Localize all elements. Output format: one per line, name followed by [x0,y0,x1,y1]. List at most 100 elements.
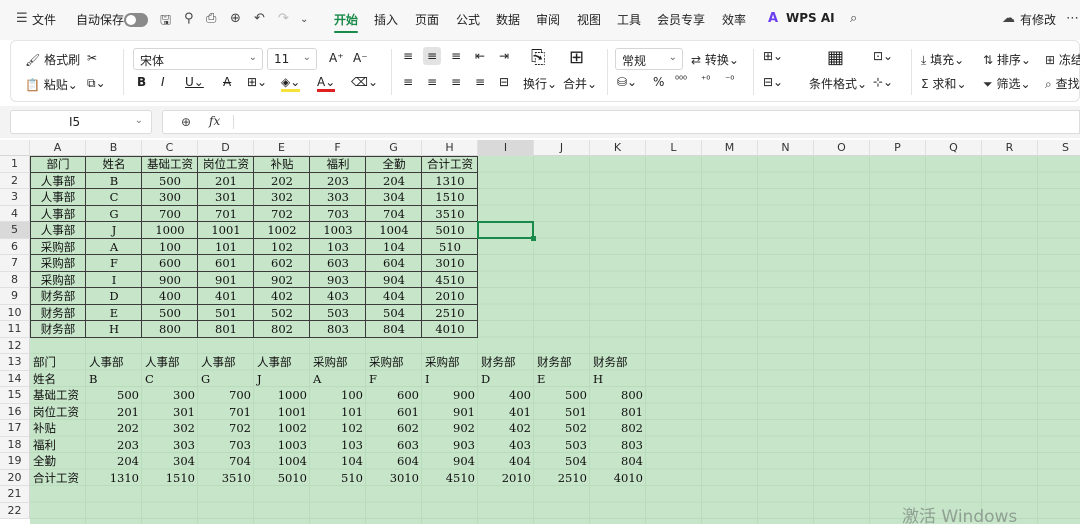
cell[interactable]: B [86,173,142,190]
cell[interactable]: 5010 [254,470,310,487]
cell[interactable]: 304 [366,189,422,206]
cell[interactable]: I [86,272,142,289]
cell[interactable]: 2010 [422,288,478,305]
cell[interactable]: 财务部 [30,288,86,305]
percent-icon[interactable]: % [653,75,664,89]
column-header[interactable]: O [814,140,870,156]
cell-format-icon[interactable]: ⊡⌄ [873,49,893,63]
convert-button[interactable]: ⇄ 转换⌄ [691,51,739,68]
font-name-select[interactable]: 宋体 ⌄ [133,48,263,70]
cell[interactable]: 600 [142,255,198,272]
cell[interactable]: 900 [142,272,198,289]
format-painter-button[interactable]: 🖌 格式刷 [25,51,80,68]
cell[interactable]: 岗位工资 [198,156,254,173]
undo-icon[interactable]: ↶ [254,11,265,26]
cell[interactable]: 人事部 [142,354,198,371]
cell[interactable]: 510 [422,239,478,256]
cell[interactable]: 802 [254,321,310,338]
name-box[interactable]: I5 ⌄ [10,110,152,134]
cell[interactable]: 人事部 [30,173,86,190]
cell[interactable]: 3010 [366,470,422,487]
cell[interactable]: 704 [198,453,254,470]
print-icon[interactable]: ⎙ [206,11,216,26]
tab-formula[interactable]: 公式 [456,11,480,28]
cell[interactable]: 补贴 [254,156,310,173]
column-header[interactable]: S [1038,140,1080,156]
cell[interactable]: 804 [366,321,422,338]
paste-button[interactable]: 📋 粘贴⌄ [25,76,78,93]
cell[interactable]: 人事部 [86,354,142,371]
cell[interactable]: 402 [254,288,310,305]
decimal-increase-icon[interactable]: ⁺⁰ [701,75,710,86]
freeze-button[interactable]: ⊞ 冻结 [1045,51,1080,68]
cell[interactable]: 部门 [30,354,86,371]
cell[interactable]: C [142,371,198,388]
select-all-corner[interactable] [0,140,30,156]
cell[interactable]: 303 [142,437,198,454]
row-header[interactable]: 16 [0,403,30,420]
cell[interactable]: 采购部 [30,239,86,256]
cell[interactable]: G [86,206,142,223]
cell[interactable]: 303 [310,189,366,206]
row-header[interactable]: 7 [0,255,30,272]
conditional-format-icon[interactable]: ▦ [827,47,844,68]
wrap-button[interactable]: 换行⌄ [523,75,557,92]
cell[interactable]: 4510 [422,272,478,289]
column-header[interactable]: G [366,140,422,156]
tab-page[interactable]: 页面 [415,11,439,28]
row-header[interactable]: 11 [0,321,30,338]
cell[interactable]: 702 [254,206,310,223]
align-right-icon[interactable]: ≡ [451,75,461,89]
cell[interactable]: 财务部 [30,305,86,322]
cell[interactable]: 人事部 [30,189,86,206]
column-header[interactable]: P [870,140,926,156]
cell[interactable]: D [478,371,534,388]
cell[interactable]: 财务部 [534,354,590,371]
cell[interactable]: 604 [366,255,422,272]
print-preview-icon[interactable]: ⊕ [230,11,241,26]
cell[interactable]: 801 [198,321,254,338]
cell[interactable]: 502 [534,420,590,437]
column-header[interactable]: F [310,140,366,156]
active-cell-selection[interactable] [477,221,536,240]
cell[interactable]: 900 [422,387,478,404]
cell[interactable]: 500 [142,173,198,190]
cell[interactable]: 3510 [198,470,254,487]
row-header[interactable]: 12 [0,337,30,354]
cell[interactable]: 504 [366,305,422,322]
rows-columns-icon[interactable]: ⊹⌄ [873,75,893,89]
cell[interactable]: 304 [142,453,198,470]
thousands-icon[interactable]: ⁰⁰⁰ [675,75,687,86]
search-icon[interactable]: ⌕ [850,11,857,26]
cell[interactable]: 1002 [254,222,310,239]
cell[interactable]: 1001 [198,222,254,239]
cell[interactable]: 104 [310,453,366,470]
cell[interactable]: 902 [254,272,310,289]
cell[interactable]: 804 [590,453,646,470]
align-center-icon[interactable]: ≡ [427,75,437,89]
cell[interactable]: 300 [142,387,198,404]
cell[interactable]: 504 [534,453,590,470]
share-icon[interactable]: ⚲ [184,11,194,26]
row-header[interactable]: 9 [0,288,30,305]
row-header[interactable]: 13 [0,354,30,371]
cell[interactable]: 502 [254,305,310,322]
increase-font-icon[interactable]: A⁺ [329,51,344,65]
cell[interactable]: 3510 [422,206,478,223]
file-menu[interactable]: 文件 [32,11,56,28]
cell[interactable]: 104 [366,239,422,256]
cell[interactable]: 300 [142,189,198,206]
cell[interactable]: 802 [590,420,646,437]
cell[interactable]: 合计工资 [422,156,478,173]
cell[interactable]: C [86,189,142,206]
cell[interactable]: 904 [422,453,478,470]
cell[interactable]: 1000 [142,222,198,239]
cell[interactable]: 采购部 [30,272,86,289]
cell[interactable]: 402 [478,420,534,437]
align-middle-icon[interactable]: ≡ [423,47,442,65]
sort-button[interactable]: ⇅ 排序⌄ [983,51,1031,68]
cell[interactable]: 姓名 [86,156,142,173]
cell[interactable]: 2010 [478,470,534,487]
autosave-toggle[interactable] [124,13,148,27]
indent-increase-icon[interactable]: ⇥ [499,49,509,63]
